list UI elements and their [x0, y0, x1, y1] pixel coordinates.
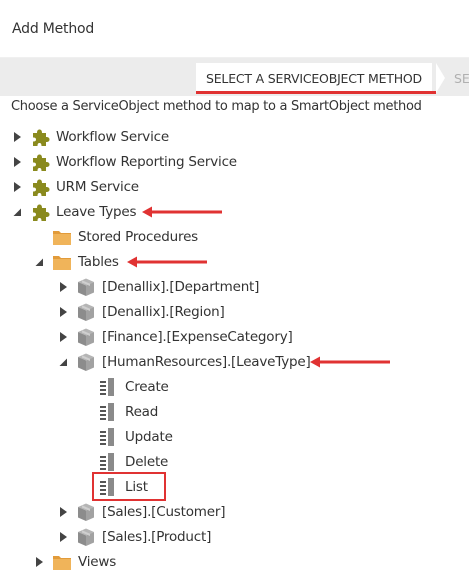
tree-node-denallix-department[interactable]: [Denallix].[Department] — [58, 274, 259, 299]
tree-node-sales-product[interactable]: [Sales].[Product] — [58, 524, 211, 549]
tree-node-label: Tables — [78, 253, 119, 270]
tree-node-finance-expensecategory[interactable]: [Finance].[ExpenseCategory] — [58, 324, 293, 349]
tree-node-label: Workflow Service — [56, 128, 169, 145]
tree-node-views[interactable]: Views — [34, 549, 116, 574]
cube-icon — [76, 527, 96, 547]
wizard-step-next-label: SE — [454, 71, 469, 86]
tree-node-method-delete[interactable]: Delete — [99, 449, 168, 474]
folder-icon — [52, 252, 72, 272]
tree-node-label: [Denallix].[Region] — [102, 303, 225, 320]
triangle-down-icon[interactable] — [12, 207, 22, 217]
wizard-active-step-indicator — [196, 91, 436, 94]
tree-node-label: [HumanResources].[LeaveType] — [102, 353, 311, 370]
triangle-down-icon[interactable] — [34, 257, 44, 267]
puzzle-piece-icon — [30, 127, 50, 147]
annotation-arrow-tables — [127, 256, 207, 268]
dialog-header: Add Method — [0, 0, 469, 58]
tree-node-method-read[interactable]: Read — [99, 399, 158, 424]
tree-node-label: [Sales].[Product] — [102, 528, 212, 545]
tree-node-workflow-service[interactable]: Workflow Service — [12, 124, 169, 149]
tree-node-denallix-region[interactable]: [Denallix].[Region] — [58, 299, 225, 324]
tree-node-label: Update — [125, 428, 173, 445]
triangle-down-icon[interactable] — [58, 357, 68, 367]
triangle-right-icon[interactable] — [12, 132, 22, 142]
tree-node-humanresources-leavetype[interactable]: [HumanResources].[LeaveType] — [58, 349, 311, 374]
tree-node-label: Delete — [125, 453, 169, 470]
triangle-right-icon[interactable] — [58, 307, 68, 317]
triangle-right-icon[interactable] — [12, 182, 22, 192]
dialog-title: Add Method — [12, 20, 95, 37]
folder-icon — [52, 227, 72, 247]
tree-node-label: Leave Types — [56, 203, 137, 220]
tree-node-method-update[interactable]: Update — [99, 424, 173, 449]
method-list-icon — [99, 427, 119, 447]
cube-icon — [76, 352, 96, 372]
tree-node-label: Stored Procedures — [78, 228, 199, 245]
triangle-right-icon[interactable] — [58, 532, 68, 542]
tree-node-leave-types[interactable]: Leave Types — [12, 199, 136, 224]
instruction-text: Choose a ServiceObject method to map to … — [11, 99, 422, 114]
tree-node-tables[interactable]: Tables — [34, 249, 119, 274]
tree-node-workflow-reporting-service[interactable]: Workflow Reporting Service — [12, 149, 237, 174]
tree-node-method-create[interactable]: Create — [99, 374, 169, 399]
annotation-arrow-leave-types — [142, 206, 222, 218]
tree-node-label: Views — [78, 553, 117, 570]
wizard-step-next[interactable]: SE — [454, 63, 469, 94]
tree-node-label: [Finance].[ExpenseCategory] — [102, 328, 293, 345]
tree-node-label: Read — [125, 403, 159, 420]
tree-node-label: Create — [125, 378, 169, 395]
annotation-arrow-leavetype — [310, 356, 390, 368]
triangle-right-icon[interactable] — [34, 557, 44, 567]
method-list-icon — [99, 452, 119, 472]
tree-node-urm-service[interactable]: URM Service — [12, 174, 139, 199]
cube-icon — [76, 502, 96, 522]
tree-node-stored-procedures[interactable]: Stored Procedures — [52, 224, 198, 249]
cube-icon — [76, 302, 96, 322]
triangle-right-icon[interactable] — [58, 507, 68, 517]
wizard-step-arrow-icon — [436, 63, 445, 93]
puzzle-piece-icon — [30, 152, 50, 172]
tree-node-sales-customer[interactable]: [Sales].[Customer] — [58, 499, 225, 524]
triangle-right-icon[interactable] — [58, 332, 68, 342]
triangle-right-icon[interactable] — [58, 282, 68, 292]
tree-node-label: Workflow Reporting Service — [56, 153, 237, 170]
cube-icon — [76, 327, 96, 347]
wizard-step-select-method-label: SELECT A SERVICEOBJECT METHOD — [206, 71, 422, 86]
puzzle-piece-icon — [30, 202, 50, 222]
annotation-highlight-list — [92, 472, 166, 501]
cube-icon — [76, 277, 96, 297]
folder-icon — [52, 552, 72, 572]
method-list-icon — [99, 402, 119, 422]
method-list-icon — [99, 377, 119, 397]
wizard-steps-bar: SELECT A SERVICEOBJECT METHOD SE — [0, 58, 469, 96]
tree-node-label: [Sales].[Customer] — [102, 503, 226, 520]
tree-node-label: [Denallix].[Department] — [102, 278, 260, 295]
tree-node-label: URM Service — [56, 178, 139, 195]
triangle-right-icon[interactable] — [12, 157, 22, 167]
puzzle-piece-icon — [30, 177, 50, 197]
wizard-step-select-method[interactable]: SELECT A SERVICEOBJECT METHOD — [196, 63, 432, 94]
